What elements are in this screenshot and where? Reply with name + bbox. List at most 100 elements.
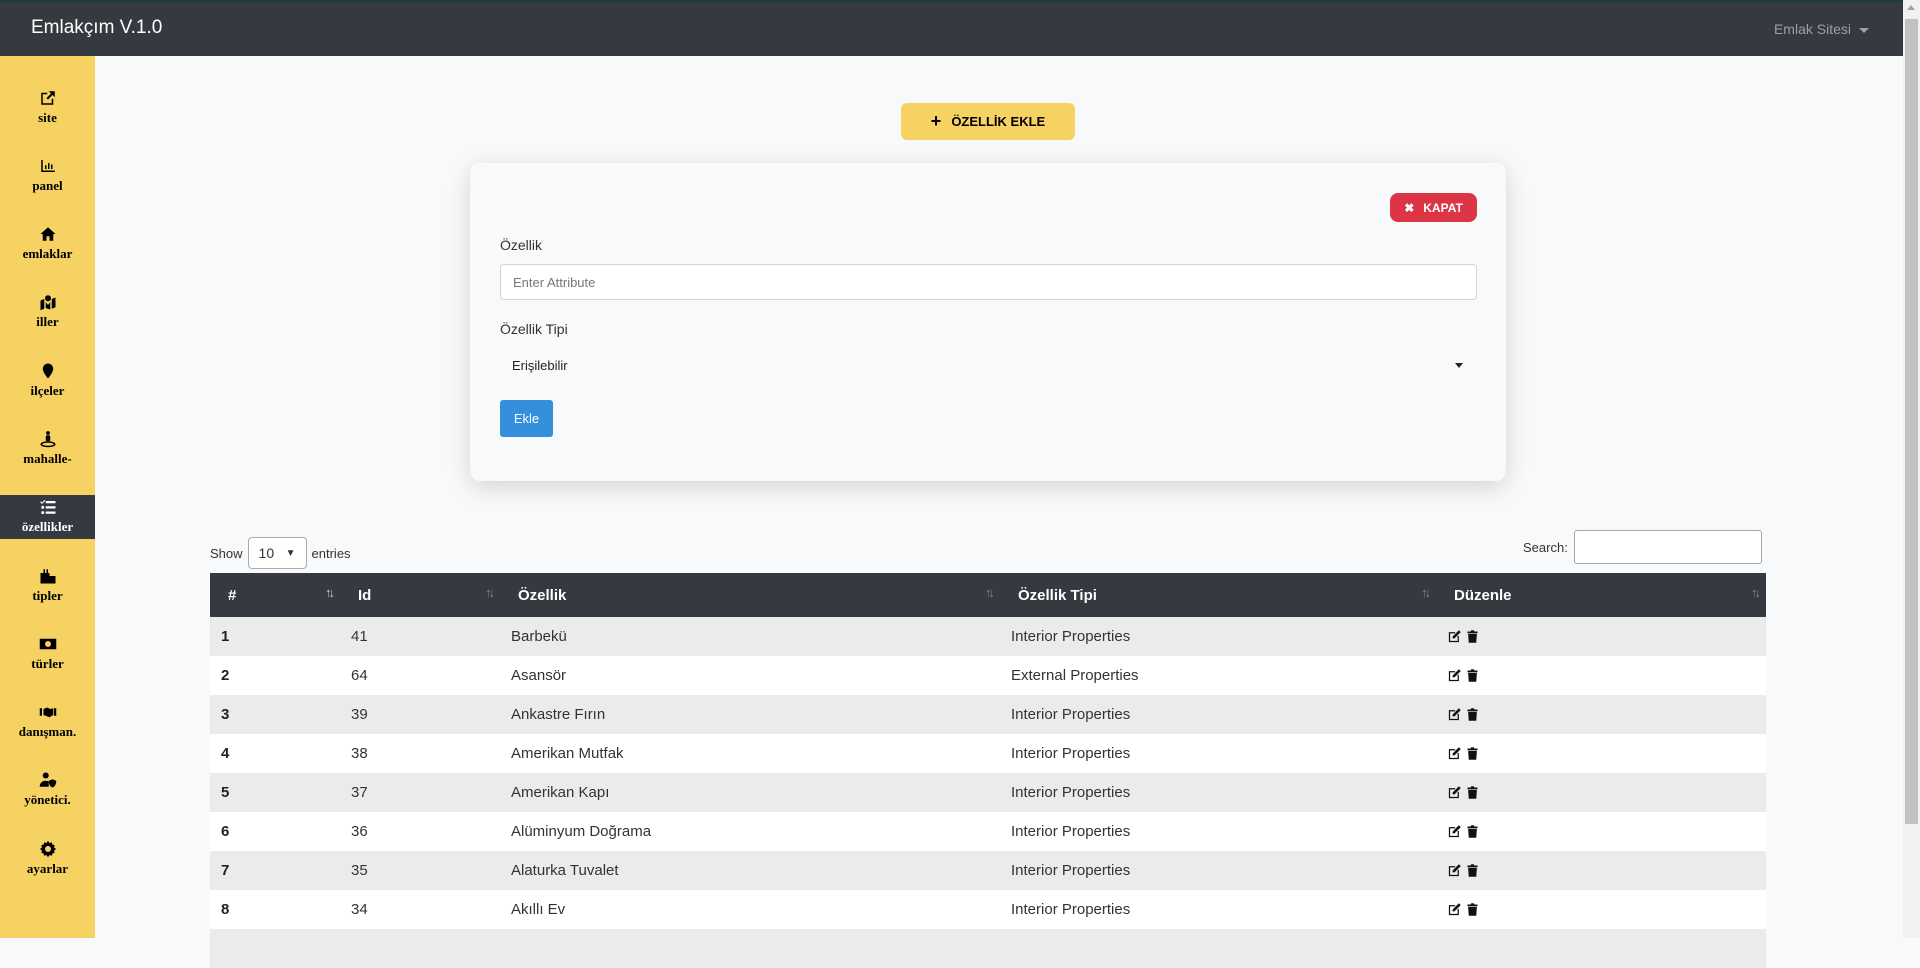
edit-icon[interactable] xyxy=(1447,824,1462,839)
table-cell: Interior Properties xyxy=(1000,851,1436,890)
close-button[interactable]: ✖ KAPAT xyxy=(1390,193,1477,222)
sidebar-item-9[interactable]: türler xyxy=(0,631,95,675)
trash-icon[interactable] xyxy=(1465,629,1480,644)
trash-icon[interactable] xyxy=(1465,902,1480,917)
page-scrollbar[interactable] xyxy=(1903,0,1920,938)
trash-icon[interactable] xyxy=(1465,785,1480,800)
sidebar-item-3[interactable]: emlaklar xyxy=(0,222,95,266)
sidebar-item-label: panel xyxy=(32,177,63,193)
table-cell: Interior Properties xyxy=(1000,734,1436,773)
sort-icon[interactable]: ↑↓ xyxy=(325,585,335,600)
edit-icon[interactable] xyxy=(1447,629,1462,644)
page-length-value: 10 xyxy=(258,545,275,561)
table-cell: Barbekü xyxy=(500,617,1000,656)
page-length-select[interactable]: 10 ▼ xyxy=(247,537,307,569)
trash-icon[interactable] xyxy=(1465,707,1480,722)
table-cell: Amerikan Kapı xyxy=(500,773,1000,812)
sidebar-item-5[interactable]: ilçeler xyxy=(0,358,95,402)
column-header[interactable]: Özellik Tipi ↑↓ xyxy=(1000,573,1436,617)
caret-down-icon xyxy=(1455,362,1463,368)
sort-icon[interactable]: ↑↓ xyxy=(485,585,495,600)
table-row: 5 37 Amerikan Kapı Interior Properties xyxy=(210,773,1766,812)
type-select[interactable]: Erişilebilir xyxy=(500,348,1477,382)
edit-icon[interactable] xyxy=(1447,863,1462,878)
external-link-icon xyxy=(40,90,55,105)
sidebar-item-12[interactable]: ayarlar xyxy=(0,836,95,880)
table-cell: 6 xyxy=(210,812,340,851)
table-cell: 8 xyxy=(210,890,340,929)
sidebar-item-label: tipler xyxy=(32,587,63,603)
table-cell: Alüminyum Doğrama xyxy=(500,812,1000,851)
edit-icon[interactable] xyxy=(1447,785,1462,800)
table-cell xyxy=(1000,929,1436,968)
sidebar-item-1[interactable]: site xyxy=(0,85,95,129)
map-marker-icon xyxy=(42,363,53,379)
scroll-up-icon[interactable] xyxy=(1907,5,1915,10)
trash-icon[interactable] xyxy=(1465,824,1480,839)
table-cell: 36 xyxy=(340,812,500,851)
table-cell: 64 xyxy=(340,656,500,695)
actions-cell xyxy=(1436,773,1766,812)
table-cell: 35 xyxy=(340,851,500,890)
money-bill-icon xyxy=(39,638,56,650)
trash-icon[interactable] xyxy=(1465,746,1480,761)
table-cell: 34 xyxy=(340,890,500,929)
user-shield-icon xyxy=(39,772,56,788)
sidebar-item-10[interactable]: danışman. xyxy=(0,700,95,744)
sidebar-item-6[interactable]: mahalle- xyxy=(0,426,95,470)
sort-icon[interactable]: ↑↓ xyxy=(1421,585,1431,600)
page-length-control: Show 10 ▼ entries xyxy=(210,537,351,569)
table-cell: Interior Properties xyxy=(1000,773,1436,812)
table-cell: 37 xyxy=(340,773,500,812)
table-cell xyxy=(500,929,1000,968)
add-attribute-button[interactable]: + ÖZELLİK EKLE xyxy=(901,103,1075,140)
plus-icon: + xyxy=(930,111,942,131)
street-view-icon xyxy=(40,431,55,448)
edit-icon[interactable] xyxy=(1447,746,1462,761)
table-cell: 39 xyxy=(340,695,500,734)
table-cell: 5 xyxy=(210,773,340,812)
attribute-input[interactable] xyxy=(500,264,1477,300)
column-header-label: Özellik Tipi xyxy=(1018,586,1097,604)
table-search: Search: xyxy=(1523,530,1762,564)
search-input[interactable] xyxy=(1573,530,1762,564)
sidebar-item-label: ilçeler xyxy=(30,382,65,398)
sort-icon[interactable]: ↑↓ xyxy=(1751,585,1761,600)
sidebar-item-7[interactable]: özellikler xyxy=(0,494,95,539)
edit-icon[interactable] xyxy=(1447,902,1462,917)
attribute-label: Özellik xyxy=(500,237,543,253)
table-row: 3 39 Ankastre Fırın Interior Properties xyxy=(210,695,1766,734)
sidebar-item-11[interactable]: yönetici. xyxy=(0,768,95,812)
column-header-label: Özellik xyxy=(518,586,567,604)
edit-icon[interactable] xyxy=(1447,707,1462,722)
sort-icon[interactable]: ↑↓ xyxy=(985,585,995,600)
trash-icon[interactable] xyxy=(1465,668,1480,683)
home-icon xyxy=(40,227,55,241)
column-header[interactable]: Düzenle ↑↓ xyxy=(1436,573,1766,617)
site-dropdown-label: Emlak Sitesi xyxy=(1773,21,1851,37)
table-row: 8 34 Akıllı Ev Interior Properties xyxy=(210,890,1766,929)
brand-title[interactable]: Emlakçım V.1.0 xyxy=(31,17,162,39)
site-dropdown[interactable]: Emlak Sitesi xyxy=(1774,21,1869,37)
table-row: 1 41 Barbekü Interior Properties xyxy=(210,617,1766,656)
trash-icon[interactable] xyxy=(1465,863,1480,878)
map-marked-icon xyxy=(40,295,55,311)
type-select-value: Erişilebilir xyxy=(512,357,568,373)
sidebar-item-4[interactable]: iller xyxy=(0,290,95,334)
table-cell: 41 xyxy=(340,617,500,656)
close-label: KAPAT xyxy=(1423,200,1463,215)
submit-button[interactable]: Ekle xyxy=(500,400,553,437)
column-header[interactable]: # ↑↓ xyxy=(210,573,340,617)
actions-cell xyxy=(1436,851,1766,890)
city-icon xyxy=(40,568,55,584)
scrollbar-thumb[interactable] xyxy=(1905,19,1918,824)
top-navbar: Emlakçım V.1.0 Emlak Sitesi xyxy=(0,0,1903,56)
column-header[interactable]: Özellik ↑↓ xyxy=(500,573,1000,617)
edit-icon[interactable] xyxy=(1447,668,1462,683)
sidebar-item-label: türler xyxy=(31,655,64,671)
sidebar-item-8[interactable]: tipler xyxy=(0,563,95,607)
table-row xyxy=(210,929,1766,968)
sidebar-item-label: ayarlar xyxy=(26,860,69,876)
column-header[interactable]: Id ↑↓ xyxy=(340,573,500,617)
sidebar-item-2[interactable]: panel xyxy=(0,153,95,197)
